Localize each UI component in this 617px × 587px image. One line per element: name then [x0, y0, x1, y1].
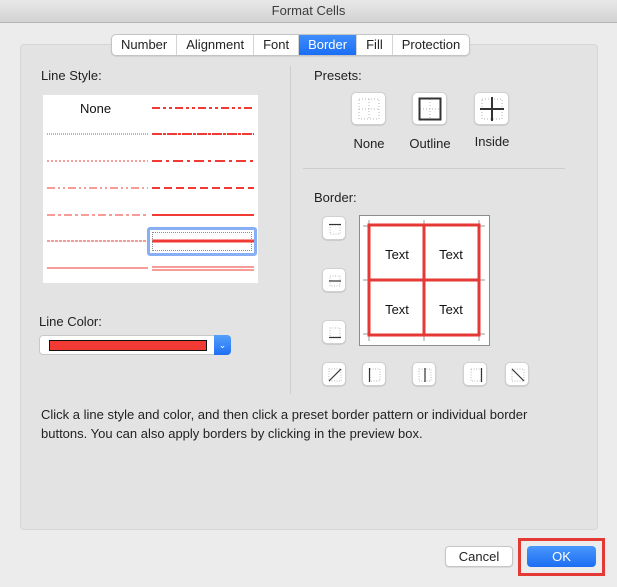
border-label: Border: — [314, 190, 357, 205]
tab-border[interactable]: Border — [299, 35, 358, 55]
line-style-dash-dot-dot[interactable] — [47, 184, 148, 192]
presets-label: Presets: — [314, 68, 362, 83]
line-style-thin-solid[interactable] — [47, 264, 148, 272]
line-style-hair-dotted[interactable] — [47, 130, 148, 138]
border-top-button[interactable] — [322, 216, 346, 240]
window-titlebar: Format Cells — [0, 0, 617, 23]
preset-none-button[interactable] — [351, 92, 386, 125]
line-style-slanted-dash-dot[interactable] — [152, 130, 254, 138]
border-diagonal-down-icon — [511, 368, 525, 382]
border-diagonal-down-button[interactable] — [505, 362, 529, 386]
cancel-button[interactable]: Cancel — [445, 546, 513, 567]
line-style-medium-dash-dot-dot[interactable] — [152, 104, 254, 112]
border-diagonal-up-icon — [328, 368, 342, 382]
line-color-swatch — [49, 340, 207, 351]
ok-button-highlight — [518, 538, 605, 576]
border-preview[interactable]: Text Text Text Text — [359, 215, 490, 346]
preset-outline-button[interactable] — [412, 92, 447, 125]
tab-number[interactable]: Number — [112, 35, 178, 55]
tab-alignment[interactable]: Alignment — [177, 35, 255, 55]
line-style-medium-solid[interactable] — [152, 211, 254, 219]
preview-cell-text: Text — [439, 302, 463, 317]
line-style-medium-dash-dot[interactable] — [152, 157, 254, 165]
border-top-icon — [329, 223, 341, 235]
tab-bar: Number Alignment Font Border Fill Protec… — [111, 34, 471, 56]
tab-font[interactable]: Font — [254, 35, 300, 55]
tab-protection[interactable]: Protection — [393, 35, 470, 55]
line-color-select[interactable]: ⌄ — [39, 335, 231, 355]
border-preview-grid — [363, 220, 485, 341]
line-style-dotted[interactable] — [47, 157, 148, 165]
window-title: Format Cells — [271, 3, 346, 18]
preset-inside-icon — [480, 97, 504, 121]
line-style-dashed[interactable] — [47, 237, 148, 245]
border-left-icon — [368, 368, 381, 382]
preset-inside-label: Inside — [474, 134, 510, 149]
preview-cell-text: Text — [439, 247, 463, 262]
preset-none-label: None — [353, 136, 385, 151]
line-style-none[interactable]: None — [80, 101, 111, 116]
help-text: Click a line style and color, and then c… — [41, 407, 528, 441]
border-bottom-icon — [329, 327, 341, 339]
line-style-list: None — [43, 95, 258, 283]
line-style-medium-dashed[interactable] — [152, 184, 254, 192]
line-color-label: Line Color: — [39, 314, 102, 329]
preset-inside-button[interactable] — [474, 92, 509, 125]
border-middle-horizontal-button[interactable] — [322, 268, 346, 292]
border-middle-horizontal-icon — [329, 275, 341, 287]
border-left-button[interactable] — [362, 362, 386, 386]
line-style-double[interactable] — [152, 264, 254, 272]
horizontal-divider — [303, 168, 565, 169]
chevron-down-icon[interactable]: ⌄ — [214, 335, 231, 355]
preset-outline-icon — [418, 97, 442, 121]
preview-cell-text: Text — [385, 302, 409, 317]
preset-outline-label: Outline — [409, 136, 451, 151]
border-bottom-button[interactable] — [322, 320, 346, 344]
preset-none-icon — [358, 98, 380, 120]
vertical-divider — [290, 66, 291, 394]
border-middle-vertical-icon — [418, 368, 432, 382]
border-right-button[interactable] — [463, 362, 487, 386]
tab-fill[interactable]: Fill — [357, 35, 393, 55]
border-diagonal-up-button[interactable] — [322, 362, 346, 386]
line-style-selection — [147, 227, 257, 256]
border-right-icon — [470, 368, 483, 382]
preview-cell-text: Text — [385, 247, 409, 262]
border-middle-vertical-button[interactable] — [412, 362, 436, 386]
line-style-dash-dot[interactable] — [47, 211, 148, 219]
line-style-label: Line Style: — [41, 68, 102, 83]
